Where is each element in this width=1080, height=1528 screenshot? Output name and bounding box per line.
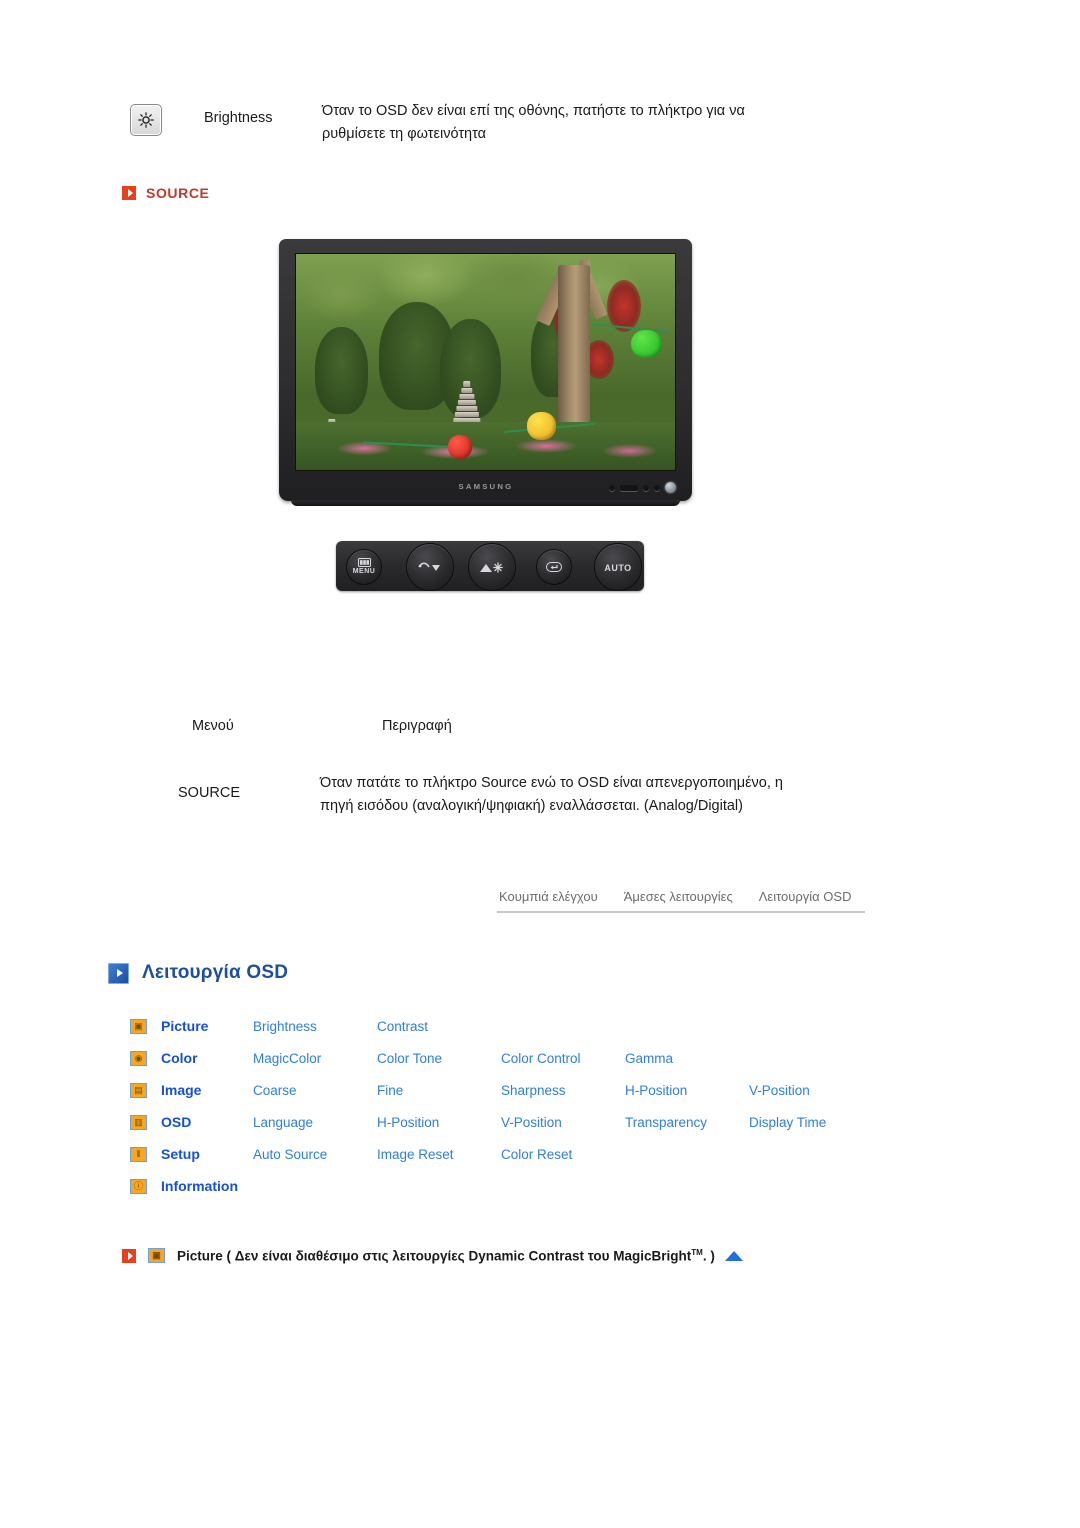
osd-item-image-reset[interactable]: Image Reset <box>377 1147 501 1162</box>
color-palette-icon: ◉ <box>130 1050 147 1066</box>
osd-item-osd-v-position[interactable]: V-Position <box>501 1115 625 1130</box>
row-menu-name: SOURCE <box>178 785 241 801</box>
monitor-base <box>291 500 680 506</box>
osd-item-color-reset[interactable]: Color Reset <box>501 1147 625 1162</box>
osd-item-osd-h-position[interactable]: H-Position <box>377 1115 501 1130</box>
monitor-control-panel <box>609 482 676 493</box>
brightness-button <box>468 543 516 591</box>
osd-item-fine[interactable]: Fine <box>377 1083 501 1098</box>
power-button-icon <box>665 482 676 493</box>
osd-row-image: ▤ Image Coarse Fine Sharpness H-Position… <box>130 1074 990 1106</box>
source-section-heading: SOURCE <box>122 185 210 201</box>
osd-item-magiccolor[interactable]: MagicColor <box>253 1051 377 1066</box>
information-icon: ⓘ <box>130 1178 147 1194</box>
osd-category-image[interactable]: Image <box>161 1082 253 1098</box>
blue-play-marker-icon <box>108 962 129 984</box>
osd-row-information: ⓘ Information <box>130 1170 990 1202</box>
footnote-text-after: . ) <box>702 1248 715 1264</box>
brightness-sun-icon <box>130 104 162 136</box>
osd-menu-icon <box>357 558 371 567</box>
down-arrow-icon <box>418 562 440 571</box>
column-header-description: Περιγραφή <box>382 718 452 734</box>
page-title: Λειτουργία OSD <box>142 962 289 983</box>
panel-button-3-icon <box>643 484 649 491</box>
osd-item-color-tone[interactable]: Color Tone <box>377 1051 501 1066</box>
table-header-row: Μενού Περιγραφή <box>130 718 930 772</box>
osd-category-osd[interactable]: OSD <box>161 1114 253 1130</box>
osd-row-osd: ▥ OSD Language H-Position V-Position Tra… <box>130 1106 990 1138</box>
osd-item-color-control[interactable]: Color Control <box>501 1051 625 1066</box>
osd-item-brightness[interactable]: Brightness <box>253 1019 377 1034</box>
direct-function-brightness-row: Brightness Όταν το OSD δεν είναι επί της… <box>130 100 950 146</box>
lantern-red <box>447 435 473 460</box>
osd-item-v-position[interactable]: V-Position <box>749 1083 873 1098</box>
down-button <box>406 543 454 591</box>
osd-category-information[interactable]: Information <box>161 1178 311 1194</box>
osd-row-color: ◉ Color MagicColor Color Tone Color Cont… <box>130 1042 990 1074</box>
source-heading-label: SOURCE <box>146 185 210 201</box>
monitor-product-image: SAMSUNG <box>279 239 692 506</box>
footnote-text-before: Picture ( Δεν είναι διαθέσιμο στις λειτο… <box>177 1248 692 1264</box>
enter-icon <box>546 562 562 572</box>
osd-item-auto-source[interactable]: Auto Source <box>253 1147 377 1162</box>
menu-button-caption: MENU <box>352 568 376 575</box>
auto-button-caption: AUTO <box>604 562 632 573</box>
menu-description-table: Μενού Περιγραφή SOURCE Όταν πατάτε το πλ… <box>130 718 930 818</box>
column-header-menu: Μενού <box>192 718 234 734</box>
brightness-icon <box>480 561 503 573</box>
osd-item-h-position[interactable]: H-Position <box>625 1083 749 1098</box>
monitor-chin: SAMSUNG <box>279 473 692 501</box>
lantern-green <box>631 329 662 358</box>
osd-item-sharpness[interactable]: Sharpness <box>501 1083 625 1098</box>
footnote-trademark: TM <box>691 1248 703 1257</box>
panel-button-4-icon <box>654 484 660 491</box>
breadcrumb-tabstrip: Κουμπιά ελέγχου Άμεσες λειτουργίες Λειτο… <box>497 889 865 913</box>
osd-category-color[interactable]: Color <box>161 1050 253 1066</box>
red-play-marker-icon <box>122 1248 136 1263</box>
control-button-bar-image: MENU AUTO <box>336 541 644 591</box>
osd-item-display-time[interactable]: Display Time <box>749 1115 873 1130</box>
brand-logo: SAMSUNG <box>458 483 513 491</box>
monitor-bezel: SAMSUNG <box>279 239 692 501</box>
section-heading-osd-function: Λειτουργία OSD <box>108 962 288 984</box>
screen-garden-scene <box>296 254 675 470</box>
panel-button-1-icon <box>609 484 615 491</box>
osd-row-setup: ⦀ Setup Auto Source Image Reset Color Re… <box>130 1138 990 1170</box>
auto-button: AUTO <box>594 543 642 591</box>
enter-button <box>536 549 572 585</box>
picture-icon: ▣ <box>148 1248 165 1264</box>
monitor-screen <box>295 253 676 471</box>
tab-direct-functions[interactable]: Άμεσες λειτουργίες <box>624 889 733 904</box>
table-row: SOURCE Όταν πατάτε το πλήκτρο Source ενώ… <box>130 772 930 818</box>
menu-button: MENU <box>346 549 382 585</box>
direct-function-label: Brightness <box>204 110 273 126</box>
direct-function-description: Όταν το OSD δεν είναι επί της οθόνης, πα… <box>322 103 745 142</box>
osd-item-coarse[interactable]: Coarse <box>253 1083 377 1098</box>
osd-category-setup[interactable]: Setup <box>161 1146 253 1162</box>
osd-item-transparency[interactable]: Transparency <box>625 1115 749 1130</box>
up-triangle-icon[interactable] <box>724 1250 743 1261</box>
tab-control-buttons[interactable]: Κουμπιά ελέγχου <box>499 889 598 904</box>
footnote-text: Picture ( Δεν είναι διαθέσιμο στις λειτο… <box>177 1248 715 1264</box>
osd-menu-grid: ▣ Picture Brightness Contrast ◉ Color Ma… <box>130 1010 990 1202</box>
tab-osd-function[interactable]: Λειτουργία OSD <box>759 889 852 904</box>
picture-section-footnote: ▣ Picture ( Δεν είναι διαθέσιμο στις λει… <box>122 1248 743 1264</box>
image-icon: ▤ <box>130 1082 147 1098</box>
panel-button-2-icon <box>620 484 638 491</box>
setup-sliders-icon: ⦀ <box>130 1146 147 1162</box>
picture-icon: ▣ <box>130 1018 147 1034</box>
red-play-marker-icon <box>122 186 136 200</box>
row-description: Όταν πατάτε το πλήκτρο Source ενώ το OSD… <box>320 775 783 814</box>
osd-row-picture: ▣ Picture Brightness Contrast <box>130 1010 990 1042</box>
osd-item-contrast[interactable]: Contrast <box>377 1019 501 1034</box>
osd-window-icon: ▥ <box>130 1114 147 1130</box>
lantern-yellow <box>527 411 556 440</box>
tabstrip-divider <box>497 911 865 913</box>
osd-item-language[interactable]: Language <box>253 1115 377 1130</box>
osd-category-picture[interactable]: Picture <box>161 1018 253 1034</box>
osd-item-gamma[interactable]: Gamma <box>625 1051 749 1066</box>
